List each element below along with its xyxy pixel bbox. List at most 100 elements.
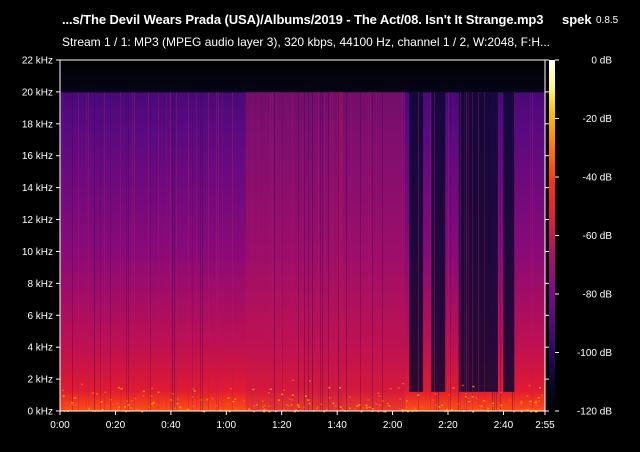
energy-speck <box>398 407 401 410</box>
texture-line <box>208 92 209 411</box>
energy-speck <box>339 406 342 408</box>
energy-speck <box>253 405 255 407</box>
energy-speck <box>358 404 361 406</box>
quiet-section <box>409 91 424 392</box>
texture-line <box>312 92 313 411</box>
energy-speck <box>126 400 128 402</box>
energy-speck <box>487 408 490 410</box>
energy-speck <box>492 402 494 405</box>
energy-speck <box>243 399 246 402</box>
texture-line <box>170 92 171 411</box>
energy-speck <box>215 404 218 407</box>
energy-speck <box>255 404 258 406</box>
texture-line <box>460 92 461 411</box>
energy-speck <box>365 404 368 407</box>
energy-speck <box>192 405 195 408</box>
energy-speck <box>413 407 416 409</box>
energy-speck <box>377 392 380 394</box>
energy-speck <box>124 406 127 408</box>
energy-speck <box>224 408 227 410</box>
y-tick-label: 0 kHz <box>27 407 53 418</box>
texture-line <box>472 92 473 411</box>
energy-speck <box>72 404 74 406</box>
energy-speck <box>401 409 404 411</box>
energy-speck <box>118 406 121 408</box>
texture-line <box>372 92 373 411</box>
energy-speck <box>226 403 229 405</box>
energy-speck <box>520 402 522 405</box>
energy-speck <box>261 400 264 402</box>
energy-speck <box>151 405 154 407</box>
texture-line <box>128 92 129 411</box>
texture-line <box>500 92 501 411</box>
energy-speck <box>520 408 523 410</box>
texture-line <box>126 92 127 411</box>
energy-speck <box>537 400 540 402</box>
energy-speck <box>80 383 83 386</box>
energy-speck <box>328 397 331 399</box>
energy-speck <box>457 403 460 405</box>
x-tick-label: 1:40 <box>327 420 347 431</box>
y-tick-label: 20 kHz <box>22 87 53 98</box>
texture-line <box>276 92 277 411</box>
energy-speck <box>291 394 294 396</box>
texture-line <box>62 92 63 411</box>
energy-speck <box>148 406 150 408</box>
energy-speck <box>309 380 311 382</box>
energy-speck <box>268 392 270 394</box>
texture-line <box>478 92 479 411</box>
energy-speck <box>142 390 145 393</box>
texture-line <box>110 92 111 411</box>
texture-line <box>328 92 329 411</box>
energy-speck <box>388 405 391 407</box>
energy-speck <box>179 408 182 410</box>
texture-line <box>272 92 273 411</box>
texture-line <box>222 92 223 411</box>
texture-line <box>192 92 193 411</box>
energy-speck <box>75 403 78 406</box>
energy-speck <box>285 404 288 406</box>
texture-line <box>232 92 233 411</box>
energy-speck <box>316 408 319 410</box>
texture-line <box>150 92 151 411</box>
texture-line <box>448 92 449 411</box>
texture-line <box>418 92 419 411</box>
energy-speck <box>534 400 537 402</box>
energy-speck <box>465 393 468 395</box>
texture-line <box>94 92 95 411</box>
texture-line <box>158 92 159 411</box>
energy-speck <box>508 399 511 401</box>
texture-line <box>174 92 175 411</box>
spectrogram-plot <box>60 60 545 413</box>
texture-line <box>332 92 333 411</box>
energy-speck <box>332 402 335 405</box>
texture-line <box>530 92 531 411</box>
energy-speck <box>191 396 194 398</box>
x-tick-label: 0:00 <box>50 420 70 431</box>
energy-speck <box>537 396 540 399</box>
energy-speck <box>281 393 284 396</box>
energy-speck <box>464 395 467 398</box>
texture-line <box>274 92 275 411</box>
texture-line <box>100 92 101 411</box>
energy-speck <box>432 399 435 401</box>
texture-line <box>350 92 351 411</box>
energy-speck <box>130 407 132 409</box>
energy-speck <box>402 382 405 385</box>
x-tick-label: 1:20 <box>272 420 292 431</box>
colorbar-tick-label: -40 dB <box>583 173 613 184</box>
energy-speck <box>248 408 251 410</box>
energy-speck <box>378 404 381 406</box>
texture-line <box>252 92 253 411</box>
energy-speck <box>539 387 541 389</box>
texture-line <box>458 92 459 411</box>
energy-speck <box>232 400 235 403</box>
energy-speck <box>421 406 423 409</box>
energy-speck <box>176 398 179 400</box>
texture-line <box>382 92 383 411</box>
energy-speck <box>475 396 478 399</box>
energy-speck <box>501 407 503 409</box>
texture-line <box>318 92 319 411</box>
texture-line <box>148 92 149 411</box>
energy-speck <box>480 405 483 407</box>
